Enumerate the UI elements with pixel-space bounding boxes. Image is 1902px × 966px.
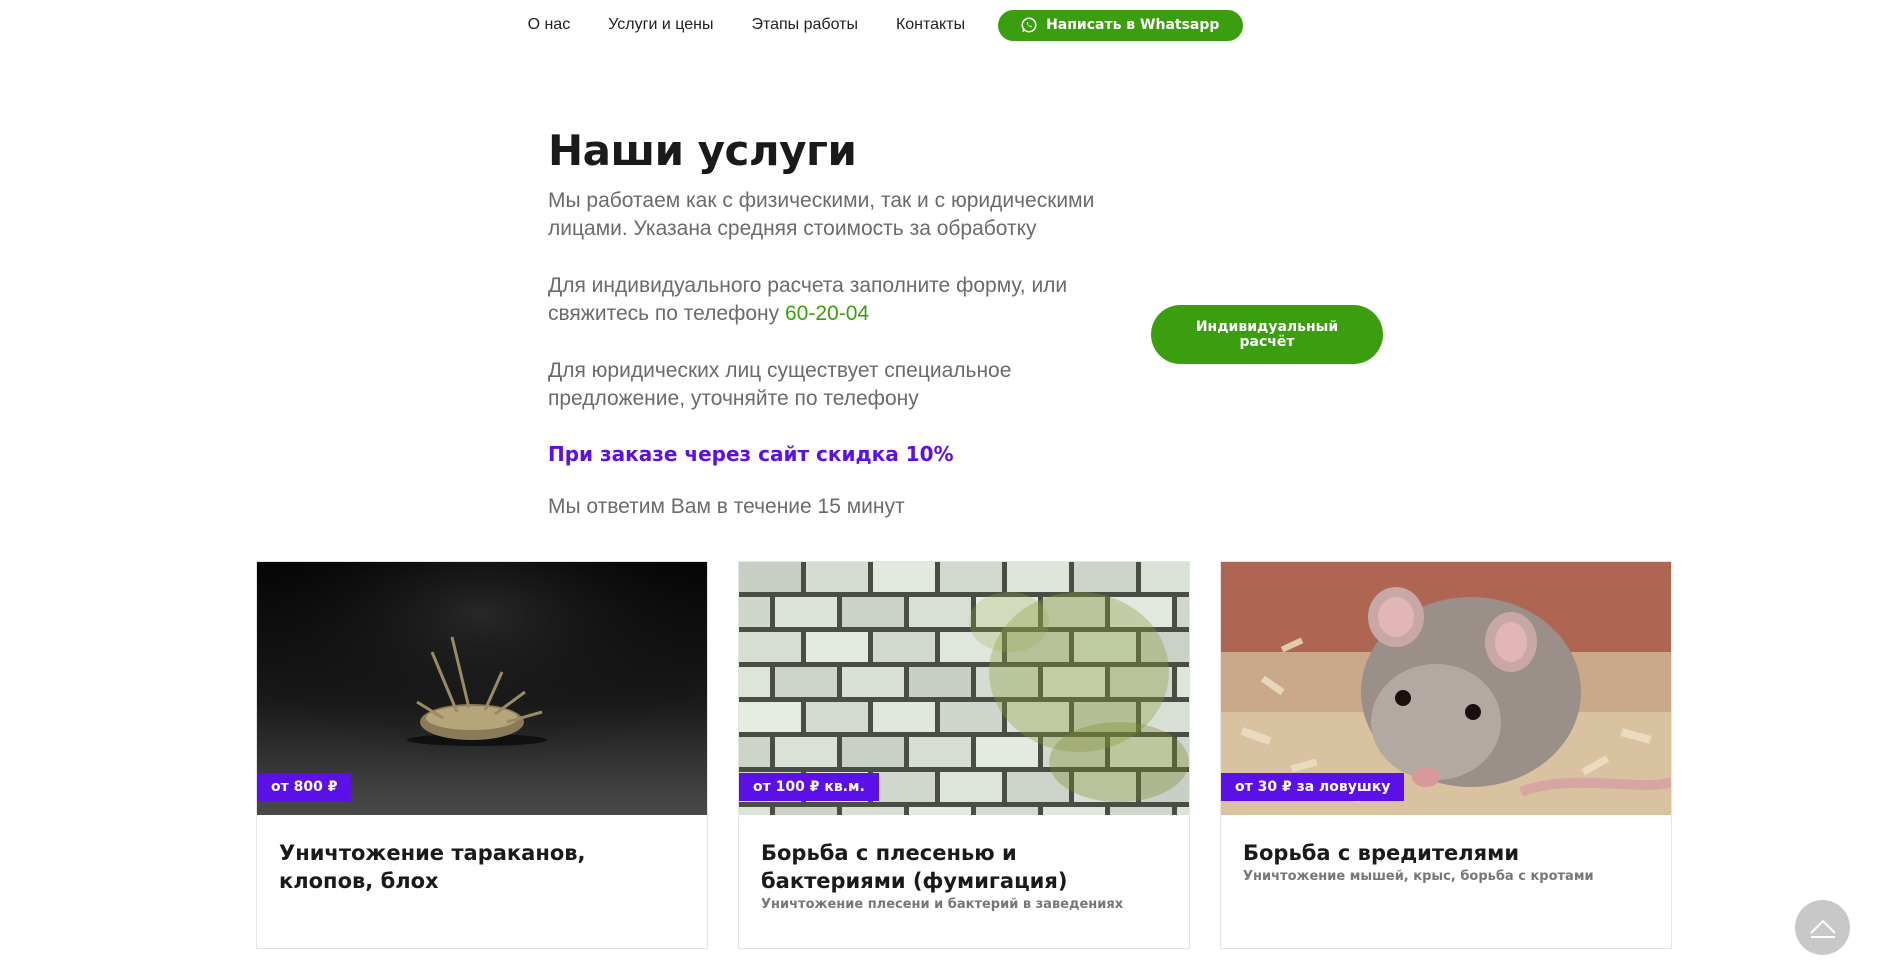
page-title: Наши услуги [548,126,857,175]
discount-text: При заказе через сайт скидка 10% [548,442,954,466]
service-card-insects[interactable]: от 800 ₽ Уничтожение тараканов, клопов, … [256,561,708,949]
nav-item-services[interactable]: Услуги и цены [608,16,713,34]
nav-item-contacts[interactable]: Контакты [896,16,965,34]
scroll-up-button[interactable] [1795,900,1850,955]
brick-wall-image: от 100 ₽ кв.м. [739,562,1189,815]
phone-number[interactable]: 60-20-04 [785,302,869,325]
response-time-text: Мы ответим Вам в течение 15 минут [548,495,905,518]
nav-links: О нас Услуги и цены Этапы работы Контакт… [509,9,1244,41]
intro-paragraph-1: Мы работаем как с физическими, так и с ю… [548,189,1095,240]
bug-image: от 800 ₽ [257,562,707,815]
individual-calculation-button[interactable]: Индивидуальный расчёт [1151,305,1383,364]
whatsapp-button-label: Написать в Whatsapp [1046,17,1220,33]
card-title: Уничтожение тараканов, клопов, блох [279,841,586,893]
service-card-mold[interactable]: от 100 ₽ кв.м. Борьба с плесенью и бакте… [738,561,1190,949]
price-badge: от 800 ₽ [257,773,352,801]
top-nav: О нас Услуги и цены Этапы работы Контакт… [0,6,1902,44]
service-card-pests[interactable]: от 30 ₽ за ловушку Борьба с вредителями … [1220,561,1672,949]
whatsapp-icon [1021,17,1037,33]
arrow-up-icon [1809,919,1836,938]
whatsapp-button[interactable]: Написать в Whatsapp [998,9,1244,41]
card-title: Борьба с плесенью и бактериями (фумигаци… [761,841,1068,893]
nav-item-about[interactable]: О нас [528,16,571,34]
services-intro: Наши услуги Мы работаем как с физическим… [548,126,1168,550]
card-subtitle: Уничтожение плесени и бактерий в заведен… [761,897,1124,912]
card-subtitle: Уничтожение мышей, крыс, борьба с кротам… [1243,869,1594,884]
rat-image: от 30 ₽ за ловушку [1221,562,1671,815]
intro-paragraph-2: Для индивидуального расчета заполните фо… [548,272,1148,328]
price-badge: от 30 ₽ за ловушку [1221,773,1405,801]
service-cards: от 800 ₽ Уничтожение тараканов, клопов, … [256,561,1672,949]
nav-item-stages[interactable]: Этапы работы [751,16,858,34]
price-badge: от 100 ₽ кв.м. [739,773,879,801]
intro-paragraph-3: Для юридических лиц существует специальн… [548,359,1012,410]
card-title: Борьба с вредителями [1243,841,1520,865]
